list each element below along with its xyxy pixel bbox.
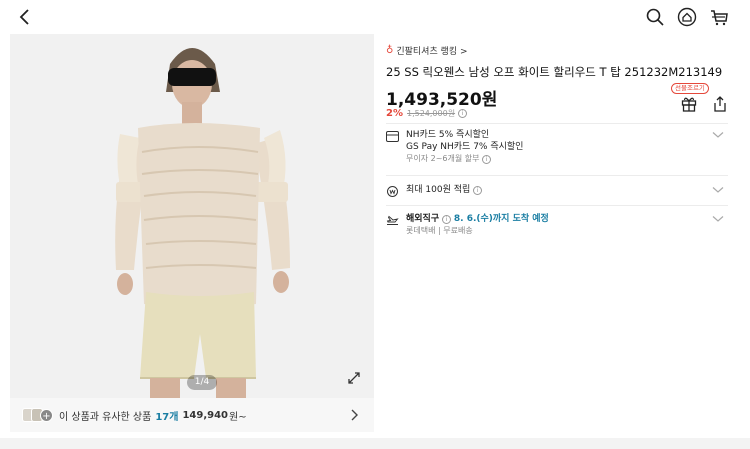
card-benefit-line3: 무이자 2~6개월 할부 i: [406, 153, 523, 165]
divider: [386, 205, 728, 206]
expand-icon[interactable]: [346, 370, 362, 386]
card-benefit-line2: GS Pay NH카드 7% 즉시할인: [406, 142, 524, 152]
similar-suffix: 원~: [229, 411, 247, 423]
plus-icon: +: [40, 408, 53, 422]
gift-icon[interactable]: [680, 95, 698, 113]
shipping-sub: 롯데택배 | 무료배송: [406, 226, 473, 235]
product-page: 1/4 + 이 상품과 유사한 상품 17개 149,940 원~ ♁ 긴팔티셔…: [0, 0, 750, 449]
shipping-row[interactable]: 해외직구 i 8. 6.(수)까지 도착 예정 롯데택배 | 무료배송: [386, 213, 730, 241]
info-icon[interactable]: i: [442, 215, 451, 224]
points-label: 최대 100원 적립: [406, 185, 471, 195]
card-benefit-row[interactable]: NH카드 5% 즉시할인 GS Pay NH카드 7% 즉시할인 무이자 2~6…: [386, 129, 730, 169]
info-icon[interactable]: i: [458, 109, 468, 118]
shipping-fee: 무료배송: [443, 226, 473, 235]
product-info: ♁ 긴팔티셔츠 랭킹 > 25 SS 릭오웬스 남성 오프 화이트 할리우드 T…: [386, 44, 730, 119]
home-icon[interactable]: [676, 6, 698, 28]
info-icon[interactable]: i: [473, 186, 483, 195]
ranking-label: 긴팔티셔츠 랭킹 >: [396, 47, 468, 57]
shipping-date: 8. 6.(수)까지 도착 예정: [453, 214, 549, 224]
chevron-right-icon: [351, 409, 358, 421]
shipping-text: 해외직구 i 8. 6.(수)까지 도착 예정 롯데택배 | 무료배송: [406, 213, 549, 237]
medal-icon: ♁: [386, 45, 394, 56]
search-icon[interactable]: [644, 6, 666, 28]
divider: [386, 175, 728, 176]
product-image: [10, 34, 374, 398]
cart-icon[interactable]: [708, 6, 730, 28]
shipping-carrier: 롯데택배: [406, 226, 436, 235]
airplane-icon: [386, 215, 399, 225]
shipping-label: 해외직구: [406, 214, 440, 224]
chevron-down-icon: [712, 187, 724, 193]
share-icon[interactable]: [712, 95, 728, 113]
similar-price: 149,940: [182, 409, 229, 421]
credit-card-icon: [386, 131, 399, 142]
product-price: 1,493,520원: [386, 90, 498, 110]
similar-thumbnails: +: [22, 408, 53, 422]
points-icon: [387, 186, 398, 197]
bottom-separator: [0, 438, 750, 449]
installment-label: 무이자 2~6개월 할부: [406, 154, 480, 163]
top-bar: [0, 0, 750, 34]
product-image-gallery[interactable]: 1/4: [10, 34, 374, 398]
chevron-down-icon: [712, 216, 724, 222]
chevron-down-icon: [712, 132, 724, 138]
info-icon[interactable]: i: [482, 155, 492, 164]
similar-prefix: 이 상품과 유사한 상품: [59, 411, 152, 423]
points-row[interactable]: 최대 100원 적립 i: [386, 184, 730, 198]
divider: [386, 123, 728, 124]
points-text: 최대 100원 적립 i: [406, 184, 483, 196]
similar-products-bar[interactable]: + 이 상품과 유사한 상품 17개 149,940 원~: [10, 398, 374, 432]
image-page-indicator: 1/4: [187, 375, 217, 390]
top-icons: [644, 6, 730, 28]
chevron-left-icon[interactable]: [14, 6, 36, 28]
gift-request-badge: 선물조르기: [671, 83, 709, 94]
ranking-link[interactable]: ♁ 긴팔티셔츠 랭킹 >: [386, 44, 730, 57]
card-benefit-line1: NH카드 5% 즉시할인: [406, 130, 490, 140]
product-title: 25 SS 릭오웬스 남성 오프 화이트 할리우드 T 탑 251232M213…: [386, 65, 723, 79]
similar-count: 17개: [155, 411, 179, 423]
card-benefit-text: NH카드 5% 즉시할인 GS Pay NH카드 7% 즉시할인 무이자 2~6…: [406, 129, 523, 165]
